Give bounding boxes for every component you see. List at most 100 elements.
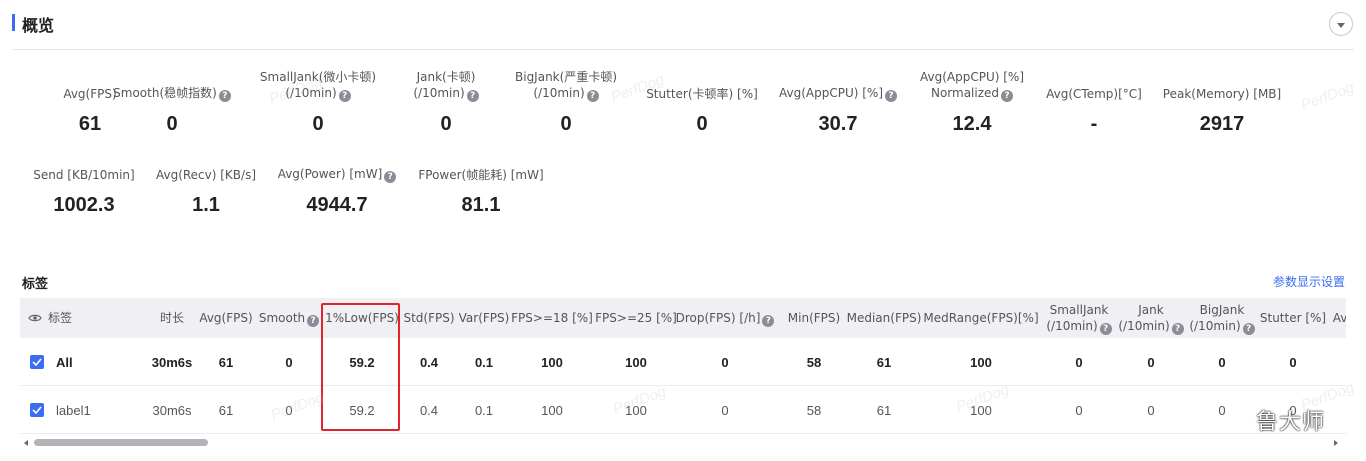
metric-row2-2: Avg(Power) [mW]? 4944.7 — [267, 149, 407, 217]
table-cell: 100 — [541, 354, 563, 370]
metric-5: Stutter(卡顿率) [%] 0 — [632, 68, 772, 136]
column-header[interactable]: BigJank (/10min)? — [1186, 298, 1258, 338]
help-icon[interactable]: ? — [338, 90, 351, 102]
table-cell: 61 — [218, 354, 234, 370]
label-text: FPS>=25 [%] — [595, 311, 677, 325]
metric-value: - — [1090, 113, 1098, 135]
help-icon[interactable]: ? — [1242, 322, 1255, 335]
table-cell: 0 — [1289, 354, 1297, 370]
collapse-button[interactable] — [1329, 12, 1353, 36]
help-icon[interactable]: ? — [384, 171, 397, 183]
label-text: Jank — [1138, 302, 1164, 317]
help-icon[interactable]: ? — [1099, 322, 1112, 335]
label-text: Var(FPS) — [458, 311, 510, 325]
help-icon[interactable]: ? — [466, 90, 479, 102]
column-header[interactable]: Min(FPS) — [782, 298, 846, 338]
column-header[interactable]: FPS>=18 [%] — [511, 298, 593, 338]
label-line: (/10min)? — [248, 85, 388, 102]
metric-value: 0 — [166, 113, 178, 135]
table-cell: 0.1 — [474, 354, 494, 370]
column-header[interactable]: Smooth? — [258, 298, 320, 338]
column-header[interactable]: 时长 — [152, 298, 192, 338]
scrollbar-thumb[interactable] — [34, 439, 208, 446]
label-text: Smooth(稳帧指数) — [113, 86, 217, 100]
table-cell: 0.1 — [474, 402, 494, 418]
metric-7: Avg(AppCPU) [%] Normalized? 12.4 — [902, 68, 1042, 136]
labels-table: 标签 时长 Avg(FPS) Smooth? 1%Low(FPS) Std(FPS) Var… — [20, 298, 1346, 438]
help-icon[interactable]: ? — [762, 314, 775, 327]
label-line: Av — [1333, 310, 1346, 326]
column-header[interactable]: Var(FPS) — [456, 298, 512, 338]
label-text: Avg(AppCPU) [%] — [919, 70, 1024, 84]
label-text: Avg(Recv) [KB/s] — [155, 168, 257, 182]
label-line: Avg(Recv) [KB/s] — [136, 167, 276, 183]
label-line: Avg(AppCPU) [%] — [902, 69, 1042, 85]
label-line: MedRange(FPS)[%] — [923, 310, 1038, 326]
table-row: label1 30m6s 61 0 59.2 0.4 0.1 100 100 0 58 61 100 0 0… — [20, 386, 1346, 434]
table-header: 标签 时长 Avg(FPS) Smooth? 1%Low(FPS) Std(FPS) Var… — [20, 298, 1346, 338]
page-header: 概览 — [0, 0, 1366, 50]
label-line: Peak(Memory) [MB] — [1152, 86, 1292, 102]
column-header[interactable]: MedRange(FPS)[%] — [923, 298, 1038, 338]
label-line: (/10min)? — [1189, 318, 1255, 335]
column-header-label: FPS>=18 [%] — [511, 310, 593, 326]
help-icon[interactable]: ? — [885, 90, 897, 102]
help-icon[interactable]: ? — [1171, 322, 1184, 335]
label-line: Stutter(卡顿率) [%] — [632, 86, 772, 102]
column-header[interactable]: Avg(FPS) — [196, 298, 256, 338]
column-header[interactable]: Std(FPS) — [402, 298, 456, 338]
label-text: Normalized — [930, 86, 1000, 100]
highlight-box-1pct-low — [321, 303, 400, 431]
label-text: (/10min) — [1118, 318, 1170, 333]
metric-value: 0 — [440, 113, 452, 135]
column-header[interactable]: Stutter [%] — [1258, 298, 1328, 338]
column-header[interactable]: Jank (/10min)? — [1116, 298, 1186, 338]
label-text: Avg(FPS) — [199, 311, 253, 325]
label-text: Avg(AppCPU) [%] — [778, 86, 883, 100]
column-header-label: MedRange(FPS)[%] — [923, 310, 1038, 326]
column-header[interactable]: 标签 — [48, 298, 98, 338]
label-text: Min(FPS) — [787, 311, 841, 325]
metric-3: Jank(卡顿) (/10min)? 0 — [376, 68, 516, 136]
page-title: 概览 — [22, 16, 55, 35]
help-icon[interactable]: ? — [586, 90, 599, 102]
help-icon[interactable]: ? — [307, 314, 320, 327]
eye-icon[interactable] — [28, 311, 42, 330]
row-checkbox[interactable] — [30, 403, 44, 417]
column-header[interactable]: FPS>=25 [%] — [594, 298, 678, 338]
column-header[interactable]: Av — [1330, 298, 1346, 338]
metric-8: Avg(CTemp)[°C] - — [1024, 68, 1164, 136]
scroll-right-arrow-icon[interactable] — [1334, 440, 1338, 446]
table-cell: 0 — [285, 354, 293, 370]
column-header-label: FPS>=25 [%] — [595, 310, 677, 326]
metric-label: Send [KB/10min] — [14, 149, 154, 183]
label-text: Av — [1332, 311, 1346, 325]
table-cell: 0.4 — [419, 402, 439, 418]
help-icon[interactable]: ? — [1001, 90, 1014, 102]
label-text: Drop(FPS) [/h] — [675, 310, 761, 325]
table-cell: 0 — [1218, 402, 1226, 418]
column-header[interactable]: SmallJank (/10min)? — [1044, 298, 1114, 338]
label-text: (/10min) — [1046, 318, 1098, 333]
metric-value: 0 — [312, 113, 324, 135]
help-icon[interactable]: ? — [218, 90, 231, 102]
column-header[interactable]: Median(FPS) — [846, 298, 922, 338]
label-line: (/10min)? — [496, 85, 636, 102]
metric-2: SmallJank(微小卡顿) (/10min)? 0 — [248, 68, 388, 136]
metric-label: Avg(Recv) [KB/s] — [136, 149, 276, 183]
label-line: Avg(AppCPU) [%]? — [768, 85, 908, 102]
metric-label: FPower(帧能耗) [mW] — [411, 149, 551, 183]
perfdog-watermark: PerfDog — [1298, 79, 1357, 114]
row-checkbox[interactable] — [30, 355, 44, 369]
param-display-settings-link[interactable]: 参数显示设置 — [1273, 273, 1345, 290]
scroll-left-arrow-icon[interactable] — [24, 440, 28, 446]
labels-section-title: 标签 — [22, 277, 49, 292]
label-text: BigJank(严重卡顿) — [515, 70, 617, 84]
column-header[interactable]: Drop(FPS) [/h]? — [676, 298, 775, 338]
column-header-label: 时长 — [160, 310, 184, 326]
horizontal-scrollbar[interactable] — [20, 438, 1346, 448]
label-text: Std(FPS) — [403, 311, 455, 325]
label-line: Var(FPS) — [459, 310, 510, 326]
label-line: (/10min)? — [1046, 318, 1112, 335]
metric-row2-1: Avg(Recv) [KB/s] 1.1 — [136, 149, 276, 217]
